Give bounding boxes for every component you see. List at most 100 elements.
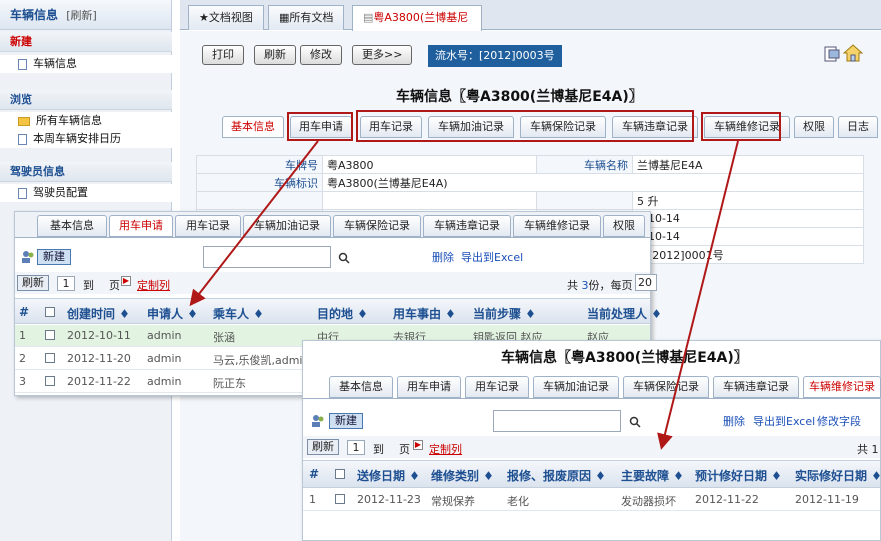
table-row[interactable]: 1 2012-11-23 常规保养 老化 发动器损坏 2012-11-22 20… xyxy=(303,489,880,511)
tab-document-view[interactable]: ★文档视图 xyxy=(188,5,264,30)
form-value: 大[2012]0001号 xyxy=(632,245,864,264)
col-current-step[interactable]: 当前步骤 ♦ xyxy=(473,305,536,322)
sidebar-title-text: 车辆信息 xyxy=(10,8,59,22)
tab-repair-records[interactable]: 车辆维修记录 xyxy=(803,376,881,398)
more-button[interactable]: 更多>> xyxy=(352,45,413,65)
cell-applicant: admin xyxy=(147,329,182,342)
form-value: 5 升 xyxy=(632,191,864,210)
pager-to-label: 到 xyxy=(83,279,94,292)
tab-log[interactable]: 日志 xyxy=(838,116,878,138)
select-all-checkbox[interactable] xyxy=(45,307,55,317)
search-input[interactable] xyxy=(493,410,621,432)
pager-refresh-button[interactable]: 刷新 xyxy=(17,275,49,291)
tab-vehicle-request[interactable]: 用车申请 xyxy=(397,376,461,398)
users-icon xyxy=(22,251,34,263)
col-repair-type[interactable]: 维修类别 ♦ xyxy=(431,467,494,484)
col-purpose[interactable]: 用车事由 ♦ xyxy=(393,305,456,322)
tab-violation-records[interactable]: 车辆违章记录 xyxy=(713,376,799,398)
tab-basic-info[interactable]: 基本信息 xyxy=(37,215,107,237)
vehicle-mark-value: 粤A3800(兰博基尼E4A) xyxy=(322,173,864,192)
col-expected-date[interactable]: 预计修好日期 ♦ xyxy=(695,467,782,484)
row-checkbox[interactable] xyxy=(335,494,345,504)
col-destination[interactable]: 目的地 ♦ xyxy=(317,305,368,322)
export-excel-link[interactable]: 导出到Excel xyxy=(461,249,523,265)
new-button[interactable]: 新建 xyxy=(37,249,71,265)
row-checkbox[interactable] xyxy=(45,376,55,386)
top-tab-strip: ★文档视图 ▦所有文档 ▤粤A3800(兰博基尼E xyxy=(180,0,881,47)
custom-columns-link[interactable]: 定制列 xyxy=(429,441,462,457)
col-created-time[interactable]: 创建时间 ♦ xyxy=(67,305,130,322)
tab-permissions[interactable]: 权限 xyxy=(794,116,834,138)
tab-permissions[interactable]: 权限 xyxy=(603,215,645,237)
sidebar-item-new-vehicle[interactable]: 车辆信息 xyxy=(0,55,172,73)
home-icon[interactable] xyxy=(843,43,863,63)
tab-repair-records[interactable]: 车辆维修记录 xyxy=(513,215,601,237)
new-button[interactable]: 新建 xyxy=(329,413,363,429)
tab-vehicle-usage[interactable]: 用车记录 xyxy=(175,215,241,237)
page-number-input[interactable]: 1 xyxy=(347,440,365,455)
sidebar-item-label: 车辆信息 xyxy=(33,57,77,70)
sidebar-title: 车辆信息 [刷新] xyxy=(0,0,171,30)
tab-insurance-records[interactable]: 车辆保险记录 xyxy=(623,376,709,398)
search-icon[interactable] xyxy=(338,252,350,264)
per-page-select[interactable]: 20 xyxy=(635,274,657,291)
document-icon xyxy=(18,133,27,145)
document-icon xyxy=(18,187,27,199)
print-button[interactable]: 打印 xyxy=(202,45,244,65)
sidebar-item-all-vehicles[interactable]: 所有车辆信息 xyxy=(0,112,172,130)
highlight-request-tab xyxy=(287,112,353,141)
tab-violation-records[interactable]: 车辆违章记录 xyxy=(423,215,511,237)
custom-columns-link[interactable]: 定制列 xyxy=(137,277,170,293)
row-checkbox[interactable] xyxy=(45,353,55,363)
sidebar-heading-new: 新建 xyxy=(0,32,172,52)
cell-created-time: 2012-10-11 xyxy=(67,329,131,342)
page-title: 车辆信息〖粤A3800(兰博基尼E4A)〗 xyxy=(396,89,643,105)
tab-all-documents[interactable]: ▦所有文档 xyxy=(268,5,345,30)
tab-basic-info[interactable]: 基本信息 xyxy=(329,376,393,398)
page-number-input[interactable]: 1 xyxy=(57,276,75,291)
row-checkbox[interactable] xyxy=(45,330,55,340)
tab-insurance-records[interactable]: 车辆保险记录 xyxy=(333,215,421,237)
sidebar-item-label: 驾驶员配置 xyxy=(33,186,88,199)
sidebar-item-driver-config[interactable]: 驾驶员配置 xyxy=(0,184,172,202)
cell-main-fault: 发动器损坏 xyxy=(621,495,676,508)
refresh-button[interactable]: 刷新 xyxy=(254,45,296,65)
pager-refresh-button[interactable]: 刷新 xyxy=(307,439,339,455)
cell-passenger: 马云,乐俊凯,admin xyxy=(213,354,310,367)
cell-actual-date: 2012-11-19 xyxy=(795,493,859,506)
delete-link[interactable]: 删除 xyxy=(723,413,745,429)
search-input[interactable] xyxy=(203,246,331,268)
tab-basic-info[interactable]: 基本信息 xyxy=(222,116,284,138)
tab-vehicle-request[interactable]: 用车申请 xyxy=(109,215,173,237)
tab-fuel-records[interactable]: 车辆加油记录 xyxy=(533,376,619,398)
panel1-tab-row: 基本信息 用车申请 用车记录 车辆加油记录 车辆保险记录 车辆违章记录 车辆维修… xyxy=(15,212,650,238)
col-main-fault[interactable]: 主要故障 ♦ xyxy=(621,467,684,484)
col-applicant[interactable]: 申请人 ♦ xyxy=(147,305,198,322)
star-icon: ★ xyxy=(199,11,209,24)
sidebar-section-new: 新建 车辆信息 xyxy=(0,32,172,73)
go-page-icon[interactable]: ▶ xyxy=(413,440,423,450)
col-repair-reason[interactable]: 报修、报废原因 ♦ xyxy=(507,467,606,484)
sidebar-refresh-link[interactable]: [刷新] xyxy=(66,9,97,22)
export-icon[interactable] xyxy=(823,45,841,63)
export-excel-link[interactable]: 导出到Excel xyxy=(753,413,815,429)
edit-fields-link[interactable]: 修改字段 xyxy=(817,413,861,429)
document-icon xyxy=(18,58,27,70)
delete-link[interactable]: 删除 xyxy=(432,249,454,265)
tab-label: 文档视图 xyxy=(208,11,253,24)
sidebar-item-weekly-calendar[interactable]: 本周车辆安排日历 xyxy=(0,130,172,148)
col-actual-date[interactable]: 实际修好日期 ♦ xyxy=(795,467,881,484)
tab-current-vehicle[interactable]: ▤粤A3800(兰博基尼E xyxy=(352,5,482,47)
highlight-record-tabs xyxy=(356,110,694,142)
search-icon[interactable] xyxy=(629,416,641,428)
col-passenger[interactable]: 乘车人 ♦ xyxy=(213,305,264,322)
tab-fuel-records[interactable]: 车辆加油记录 xyxy=(243,215,331,237)
select-all-checkbox[interactable] xyxy=(335,469,345,479)
col-repair-date[interactable]: 送修日期 ♦ xyxy=(357,467,420,484)
grid-header: # 创建时间 ♦ 申请人 ♦ 乘车人 ♦ 目的地 ♦ 用车事由 ♦ 当前步骤 ♦… xyxy=(15,298,662,324)
go-page-icon[interactable]: ▶ xyxy=(121,276,131,286)
edit-button[interactable]: 修改 xyxy=(300,45,342,65)
col-current-handler[interactable]: 当前处理人 ♦ xyxy=(587,305,662,322)
tab-vehicle-usage[interactable]: 用车记录 xyxy=(465,376,529,398)
form-value: 2-10-14 xyxy=(632,209,864,228)
